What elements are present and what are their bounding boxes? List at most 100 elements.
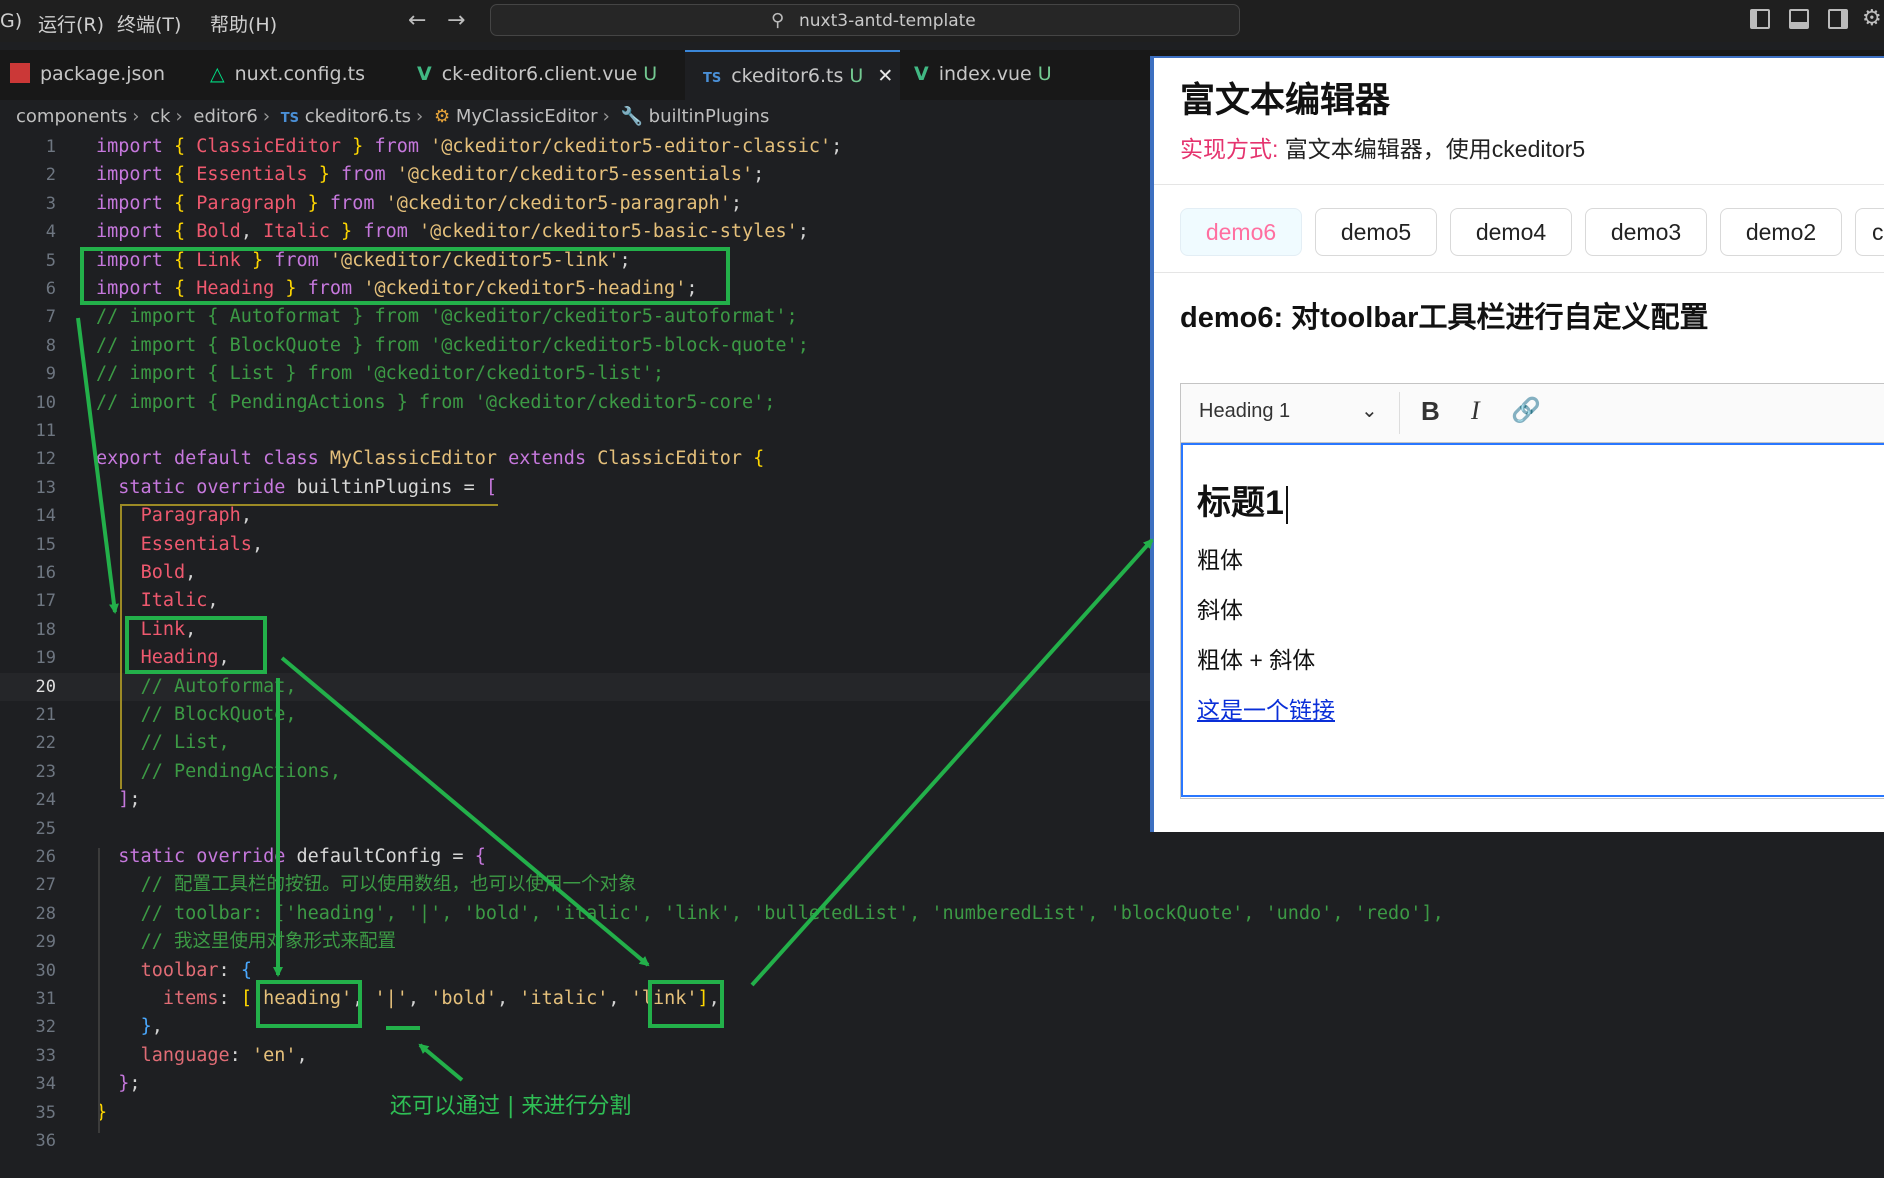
code-line[interactable]: 29 // 我这里使用对象形式来配置 <box>0 928 1500 956</box>
content-link[interactable]: 这是一个链接 <box>1197 691 1335 725</box>
code-line[interactable]: 31 items: ['heading', '|', 'bold', 'ital… <box>0 985 1500 1013</box>
code-token: ; <box>753 164 765 186</box>
line-number[interactable]: 17 <box>0 587 56 615</box>
breadcrumb-components[interactable]: components <box>16 106 127 127</box>
tab-ck-editor6-client[interactable]: Vck-editor6.client.vue U <box>405 50 685 100</box>
line-number[interactable]: 22 <box>0 729 56 757</box>
line-number[interactable]: 12 <box>0 445 56 473</box>
line-number[interactable]: 23 <box>0 758 56 786</box>
line-number[interactable]: 26 <box>0 843 56 871</box>
close-tab-icon[interactable]: ✕ <box>877 65 893 87</box>
tab-demo4[interactable]: demo4 <box>1450 208 1572 256</box>
line-number[interactable]: 5 <box>0 247 56 275</box>
back-arrow-icon[interactable]: ← <box>408 8 426 33</box>
line-number[interactable]: 27 <box>0 871 56 899</box>
line-number[interactable]: 15 <box>0 531 56 559</box>
line-number[interactable]: 33 <box>0 1042 56 1070</box>
line-number[interactable]: 28 <box>0 900 56 928</box>
line-number[interactable]: 30 <box>0 957 56 985</box>
line-number[interactable]: 32 <box>0 1013 56 1041</box>
line-number[interactable]: 16 <box>0 559 56 587</box>
code-text: import { Essentials } from '@ckeditor/ck… <box>96 161 764 189</box>
line-number[interactable]: 19 <box>0 644 56 672</box>
toggle-sidebar-icon[interactable] <box>1750 9 1770 29</box>
indent-guide <box>120 504 122 789</box>
code-text: Bold, <box>96 559 197 587</box>
heading-dropdown[interactable]: Heading 1 <box>1199 400 1290 423</box>
code-line[interactable]: 30 toolbar: { <box>0 957 1500 985</box>
code-line[interactable]: 36 <box>0 1127 1500 1155</box>
breadcrumb: components › ck › editor6 › TS ckeditor6.ts… <box>16 106 770 127</box>
link-icon[interactable]: 🔗 <box>1511 396 1541 425</box>
tab-demo6[interactable]: demo6 <box>1180 208 1302 256</box>
line-number[interactable]: 35 <box>0 1099 56 1127</box>
code-token: defaultConfig <box>296 846 442 867</box>
line-number[interactable]: 1 <box>0 133 56 161</box>
menu-terminal[interactable]: 终端(T) <box>117 10 181 37</box>
line-number[interactable]: 31 <box>0 985 56 1013</box>
line-number[interactable]: 6 <box>0 275 56 303</box>
code-token: : <box>218 959 241 981</box>
line-number[interactable]: 29 <box>0 928 56 956</box>
tab-index-vue[interactable]: Vindex.vue U <box>900 50 1090 100</box>
code-line[interactable]: 33 language: 'en', <box>0 1042 1500 1070</box>
line-number[interactable]: 25 <box>0 815 56 843</box>
line-number[interactable]: 13 <box>0 474 56 502</box>
code-line[interactable]: 32 }, <box>0 1013 1500 1041</box>
breadcrumb-ck[interactable]: ck <box>150 106 170 127</box>
line-number[interactable]: 20 <box>0 673 56 701</box>
toggle-panel-icon[interactable] <box>1789 9 1809 29</box>
forward-arrow-icon[interactable]: → <box>447 8 465 33</box>
line-number[interactable]: 10 <box>0 389 56 417</box>
line-number[interactable]: 3 <box>0 190 56 218</box>
line-number[interactable]: 18 <box>0 616 56 644</box>
code-token: { <box>173 192 197 214</box>
tab-ckeditor6-ts[interactable]: TS ckeditor6.ts U ✕ <box>685 50 900 100</box>
line-number[interactable]: 11 <box>0 417 56 445</box>
line-number[interactable]: 7 <box>0 303 56 331</box>
line-number[interactable]: 36 <box>0 1127 56 1155</box>
line-number[interactable]: 24 <box>0 786 56 814</box>
line-number[interactable]: 9 <box>0 360 56 388</box>
code-token: ; <box>129 789 141 811</box>
breadcrumb-file[interactable]: ckeditor6.ts <box>305 106 411 127</box>
code-line[interactable]: 28 // toolbar: ['heading', '|', 'bold', … <box>0 900 1500 928</box>
line-number[interactable]: 21 <box>0 701 56 729</box>
code-line[interactable]: 35} <box>0 1099 1500 1127</box>
page-title: 富文本编辑器 <box>1180 81 1391 120</box>
tab-demo2[interactable]: demo2 <box>1720 208 1842 256</box>
menu-partial[interactable]: G) <box>0 10 22 32</box>
line-number[interactable]: 2 <box>0 161 56 189</box>
code-line[interactable]: 27 // 配置工具栏的按钮。可以使用数组，也可以使用一个对象 <box>0 871 1500 899</box>
breadcrumb-class[interactable]: MyClassicEditor <box>456 106 598 127</box>
tab-demo5[interactable]: demo5 <box>1315 208 1437 256</box>
code-token: import <box>96 221 174 243</box>
settings-gear-icon[interactable]: ⚙ <box>1862 6 1882 31</box>
code-line[interactable]: 26 static override defaultConfig = { <box>0 843 1500 871</box>
breadcrumb-editor6[interactable]: editor6 <box>193 106 257 127</box>
toggle-secondary-sidebar-icon[interactable] <box>1828 9 1848 29</box>
breadcrumb-property[interactable]: builtinPlugins <box>649 106 770 127</box>
code-token: = <box>452 476 486 498</box>
tab-nuxt-config[interactable]: △ nuxt.config.ts <box>200 50 405 100</box>
line-number[interactable]: 34 <box>0 1070 56 1098</box>
editor-content[interactable]: 标题1 粗体 斜体 粗体 + 斜体 这是一个链接 <box>1181 443 1884 797</box>
code-token: , <box>251 533 264 555</box>
command-center-search[interactable]: ⚲ nuxt3-antd-template <box>490 4 1240 36</box>
chevron-down-icon[interactable]: ⌄ <box>1361 398 1378 423</box>
line-number[interactable]: 14 <box>0 502 56 530</box>
menu-run[interactable]: 运行(R) <box>38 10 104 37</box>
tab-package-json[interactable]: package.json <box>0 50 200 100</box>
code-token: Bold <box>140 562 186 583</box>
code-line[interactable]: 34 }; <box>0 1070 1500 1098</box>
bold-button[interactable]: B <box>1421 396 1440 427</box>
tab-demo1[interactable]: c <box>1855 208 1884 256</box>
italic-button[interactable]: I <box>1471 396 1480 426</box>
menu-help[interactable]: 帮助(H) <box>210 10 277 37</box>
code-token: MyClassicEditor <box>329 448 497 470</box>
tab-demo3[interactable]: demo3 <box>1585 208 1707 256</box>
line-number[interactable]: 8 <box>0 332 56 360</box>
line-number[interactable]: 4 <box>0 218 56 246</box>
